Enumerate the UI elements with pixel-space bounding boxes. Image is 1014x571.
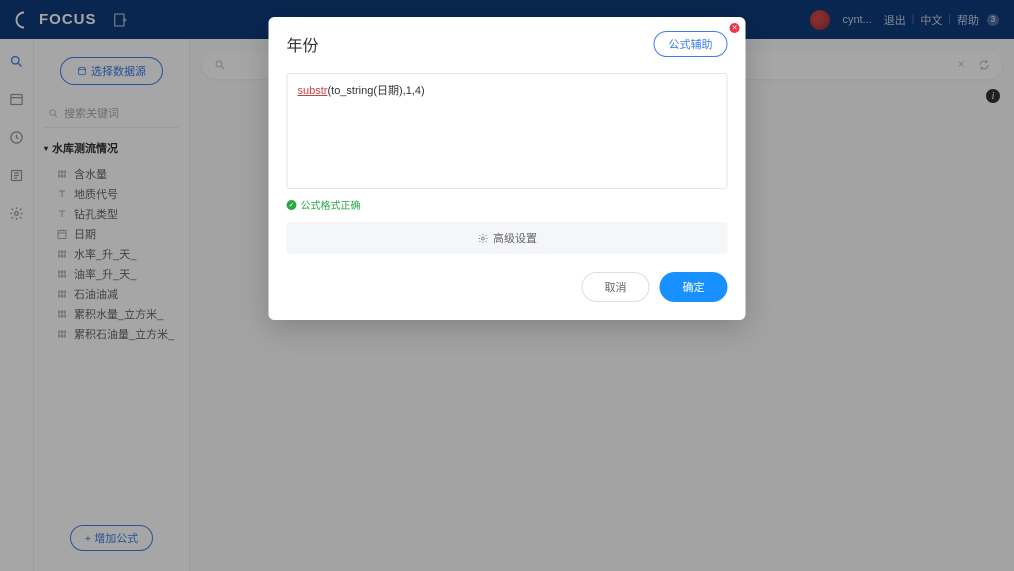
confirm-button[interactable]: 确定: [660, 272, 728, 302]
formula-textarea[interactable]: substr(to_string(日期),1,4): [287, 73, 728, 189]
formula-modal: ✕ 年份 公式辅助 substr(to_string(日期),1,4) ✓ 公式…: [269, 17, 746, 320]
modal-title: 年份: [287, 32, 319, 56]
formula-fn: substr: [298, 85, 328, 97]
modal-footer: 取消 确定: [269, 272, 746, 320]
cancel-button[interactable]: 取消: [582, 272, 650, 302]
gear-icon: [477, 233, 488, 244]
modal-header: 年份 公式辅助: [269, 17, 746, 65]
formula-help-button[interactable]: 公式辅助: [654, 31, 728, 57]
advanced-label: 高级设置: [493, 230, 537, 246]
formula-rest: (to_string(日期),1,4): [327, 85, 424, 97]
close-button[interactable]: ✕: [730, 23, 740, 33]
advanced-settings-button[interactable]: 高级设置: [287, 222, 728, 254]
validation-message: ✓ 公式格式正确: [269, 195, 746, 222]
validation-text: 公式格式正确: [301, 197, 361, 212]
check-icon: ✓: [287, 200, 297, 210]
